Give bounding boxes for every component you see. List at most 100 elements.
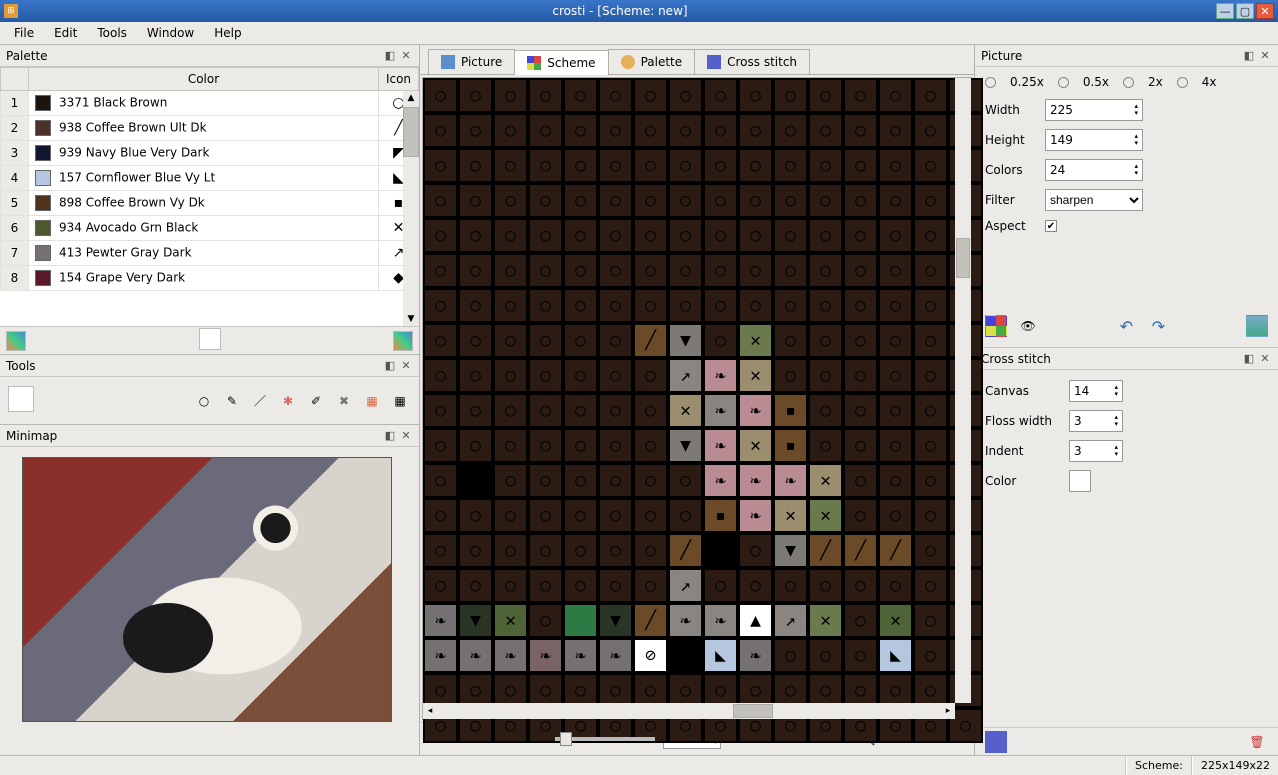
stitch-cell[interactable]: ○ [563,358,598,393]
stitch-cell[interactable]: ○ [668,463,703,498]
minimap-canvas[interactable] [22,457,392,722]
stitch-cell[interactable]: ▼ [598,603,633,638]
scroll-thumb[interactable] [403,107,419,157]
maximize-button[interactable]: ▢ [1236,3,1254,19]
stitch-cell[interactable]: ○ [738,568,773,603]
palette-close-icon[interactable]: ✕ [399,49,413,63]
stitch-cell[interactable]: ○ [563,393,598,428]
stitch-cell[interactable]: ❧ [738,463,773,498]
stitch-cell[interactable]: ○ [843,113,878,148]
stitch-cell[interactable]: ○ [528,253,563,288]
stitch-cell[interactable]: ○ [528,218,563,253]
stitch-cell[interactable]: ○ [668,183,703,218]
stitch-cell[interactable]: ○ [423,218,458,253]
stitch-cell[interactable]: ○ [423,393,458,428]
stitch-cell[interactable]: ○ [878,323,913,358]
stitch-cell[interactable]: ○ [458,148,493,183]
stitch-cell[interactable]: ○ [703,113,738,148]
stitch-cell[interactable]: ○ [563,498,598,533]
stitch-cell[interactable]: ○ [493,113,528,148]
stitch-cell[interactable]: ❧ [738,498,773,533]
stitch-cell[interactable]: ○ [913,498,948,533]
canvas-scrollbar-vertical[interactable] [955,78,971,703]
stitch-cell[interactable]: ╱ [633,603,668,638]
pencil-tool-icon[interactable]: ✎ [221,390,243,412]
stitch-cell[interactable] [458,463,493,498]
stitch-cell[interactable]: ○ [633,183,668,218]
colors-input[interactable]: 24▴▾ [1045,159,1143,181]
remove-color-button[interactable] [393,331,413,351]
stitch-cell[interactable]: ○ [808,148,843,183]
minimize-button[interactable]: — [1216,3,1234,19]
stitch-cell[interactable]: ○ [703,253,738,288]
stitch-cell[interactable]: ○ [668,78,703,113]
spray-tool-icon[interactable]: ✱ [277,390,299,412]
filter-select[interactable]: sharpen [1045,189,1143,211]
stitch-cell[interactable]: ○ [703,183,738,218]
stitch-cell[interactable]: ○ [493,253,528,288]
stitch-cell[interactable]: ○ [773,323,808,358]
stitch-cell[interactable]: ○ [633,463,668,498]
stitch-cell[interactable]: ○ [493,463,528,498]
stitch-cell[interactable]: ○ [598,253,633,288]
stitch-cell[interactable]: ❧ [703,463,738,498]
picker-tool-icon[interactable]: ✐ [305,390,327,412]
stitch-cell[interactable]: ○ [633,358,668,393]
stitch-cell[interactable]: ○ [598,323,633,358]
stitch-cell[interactable]: ○ [493,428,528,463]
stitch-cell[interactable]: ○ [493,78,528,113]
stitch-cell[interactable]: ○ [598,183,633,218]
stitch-cell[interactable]: ○ [458,183,493,218]
palette-row[interactable]: 8 154 Grape Very Dark ◆ [1,266,419,291]
stitch-cell[interactable]: ○ [773,638,808,673]
stitch-cell[interactable]: ○ [738,218,773,253]
palette-header-icon[interactable]: Icon [379,68,419,91]
palette-scrollbar[interactable]: ▲ ▼ [403,91,419,326]
stitch-cell[interactable]: ○ [843,183,878,218]
palette-row[interactable]: 2 938 Coffee Brown Ult Dk ╱ [1,116,419,141]
stitch-cell[interactable]: ↗ [668,568,703,603]
stitch-cell[interactable]: ○ [738,148,773,183]
stitch-cell[interactable]: ○ [668,148,703,183]
scroll-thumb-v[interactable] [956,238,970,278]
stitch-cell[interactable]: ○ [913,638,948,673]
stitch-cell[interactable]: ❧ [458,638,493,673]
stitch-cell[interactable]: ○ [773,358,808,393]
stitch-cell[interactable]: ○ [843,148,878,183]
stitch-cell[interactable]: ○ [598,498,633,533]
stitch-cell[interactable]: ○ [668,113,703,148]
minimap-close-icon[interactable]: ✕ [399,429,413,443]
scale-slider[interactable] [555,737,655,741]
stitch-cell[interactable]: ○ [563,533,598,568]
height-input[interactable]: 149▴▾ [1045,129,1143,151]
stitch-cell[interactable]: ○ [773,113,808,148]
stitch-cell[interactable]: ○ [913,78,948,113]
stitch-cell[interactable]: ○ [808,113,843,148]
stitch-cell[interactable]: ○ [913,603,948,638]
stitch-cell[interactable]: ○ [808,78,843,113]
scroll-left-icon[interactable]: ◂ [423,704,437,718]
stitch-cell[interactable]: ○ [423,148,458,183]
tools-swatch[interactable] [8,386,34,412]
stitch-cell[interactable]: ○ [423,428,458,463]
menu-window[interactable]: Window [137,23,204,43]
stitch-cell[interactable]: ○ [528,288,563,323]
stitch-cell[interactable]: ✕ [668,393,703,428]
cross-stitch-color-well[interactable] [1069,470,1091,492]
stitch-cell[interactable]: ○ [773,288,808,323]
stitch-cell[interactable]: ○ [563,463,598,498]
stitch-cell[interactable]: ▼ [773,533,808,568]
stitch-cell[interactable]: ○ [913,183,948,218]
stitch-cell[interactable]: ❧ [738,393,773,428]
stitch-cell[interactable]: ○ [738,288,773,323]
stitch-cell[interactable]: ○ [843,498,878,533]
stitch-cell[interactable]: ▼ [668,323,703,358]
tools-close-icon[interactable]: ✕ [399,359,413,373]
stitch-cell[interactable]: ❧ [493,638,528,673]
stitch-cell[interactable]: ○ [528,78,563,113]
stitch-cell[interactable]: ○ [493,323,528,358]
palette-row[interactable]: 1 3371 Black Brown ○ [1,91,419,116]
stitch-cell[interactable]: ○ [563,218,598,253]
stitch-cell[interactable]: ○ [458,428,493,463]
stitch-cell[interactable]: ○ [458,498,493,533]
